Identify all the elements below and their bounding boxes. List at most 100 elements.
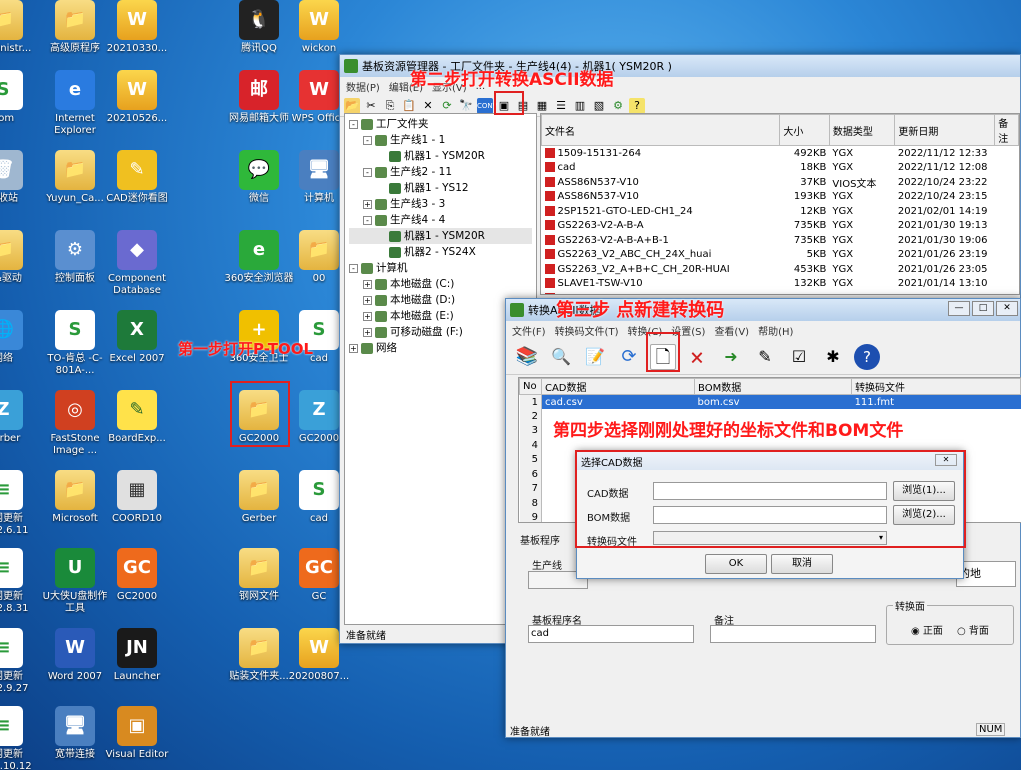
table-row[interactable]: GS2263_V2_AB_CH568KBYGX2021/01/14 13:07 — [542, 291, 1019, 294]
tree-node[interactable]: + 生产线3 - 3 — [349, 196, 532, 212]
expand-toggle-icon[interactable]: + — [363, 327, 372, 337]
paste-icon[interactable]: 📋 — [401, 98, 417, 114]
ok-button[interactable]: OK — [705, 554, 767, 574]
help-icon[interactable]: ? — [854, 343, 880, 370]
tools-icon[interactable]: ⚙ — [610, 98, 626, 114]
small-icons-view-icon[interactable]: ▦ — [534, 98, 550, 114]
find-icon[interactable]: 🔭 — [458, 98, 474, 114]
board-name-input[interactable]: cad — [528, 625, 694, 643]
menu-item[interactable]: 转换码文件(T) — [555, 323, 619, 338]
help-icon[interactable]: ? — [629, 97, 645, 114]
tree-node[interactable]: 机器1 - YSM20R — [349, 148, 532, 164]
tree-node[interactable]: - 生产线2 - 11 — [349, 164, 532, 180]
copy-icon[interactable]: ⎘ — [382, 98, 398, 114]
expand-toggle-icon[interactable]: + — [349, 343, 358, 353]
tree-node[interactable]: - 生产线1 - 1 — [349, 132, 532, 148]
convert-icon[interactable]: ➜ — [718, 344, 744, 370]
grid-column-header[interactable]: 转换码文件 — [851, 378, 1021, 395]
desktop-icon[interactable]: ✎ CAD迷你看图 — [100, 150, 174, 205]
cancel-button[interactable]: 取消 — [771, 554, 833, 574]
minimize-button[interactable]: — — [948, 301, 970, 316]
table-row[interactable]: GS2263-V2-A-B-A+B-1 735KB YGX 2021/01/30 19… — [542, 233, 1019, 248]
cut-icon[interactable]: ✂ — [363, 98, 379, 114]
tree-node[interactable]: 机器1 - YS12 — [349, 180, 532, 196]
desktop-icon[interactable]: X Excel 2007 — [100, 310, 174, 365]
expand-toggle-icon[interactable]: - — [349, 119, 358, 129]
desktop-icon[interactable]: 📁 Administr... — [0, 0, 40, 55]
table-row[interactable]: SLAVE1-TSW-V10 132KB YGX 2021/01/14 13:10 — [542, 277, 1019, 292]
refresh-icon[interactable]: ⟳ — [616, 344, 642, 370]
dest-field[interactable]: 的地 — [956, 561, 1016, 587]
open-icon[interactable]: 📂 — [344, 97, 360, 114]
tree-node[interactable]: - 工厂文件夹 — [349, 116, 532, 132]
expand-toggle-icon[interactable]: + — [363, 295, 372, 305]
note-input[interactable] — [710, 625, 876, 643]
checklist-icon[interactable]: ☑ — [786, 344, 812, 370]
desktop-icon[interactable]: ≡ 钢网更新 2022.6.11 — [0, 470, 40, 537]
desktop-icon[interactable]: Z Gerber — [0, 390, 40, 445]
table-row[interactable]: ASS86N537-V10 37KB VIOS文本 2022/10/24 23:22 — [542, 175, 1019, 190]
expand-toggle-icon[interactable]: + — [363, 199, 372, 209]
desktop-icon[interactable]: 🌐 网络 — [0, 310, 40, 365]
desktop-icon[interactable]: GC GC2000 — [100, 548, 174, 603]
desktop-icon[interactable]: W 20210526... — [100, 70, 174, 125]
table-row[interactable]: 1509-15131-264 492KB YGX 2022/11/12 12:33 — [542, 146, 1019, 161]
table-row[interactable]: GS2263_V2_A+B+C_CH_20R-HUAI 453KB YGX 2021/… — [542, 262, 1019, 277]
desktop-icon[interactable]: JN Launcher — [100, 628, 174, 683]
menu-item[interactable]: 帮助(H) — [758, 323, 793, 338]
table-row[interactable]: GS2263_V2_ABC_CH_24X_huai 5KB YGX 2021/01/2… — [542, 248, 1019, 263]
expand-toggle-icon[interactable]: - — [363, 135, 372, 145]
column-header[interactable]: 文件名 — [541, 114, 781, 146]
file-list[interactable]: 文件名 大小 数据类型 更新日期 备注 1509-15131-264 492KB YGX 202… — [540, 113, 1020, 295]
desktop-icon[interactable]: Sbom — [0, 70, 40, 125]
write-icon[interactable]: ✎ — [752, 344, 778, 370]
table-row[interactable]: ASS86N537-V10 193KB YGX 2022/10/24 23:15 — [542, 190, 1019, 205]
expand-toggle-icon[interactable]: - — [363, 215, 372, 225]
expand-toggle-icon[interactable]: - — [363, 167, 372, 177]
grid-column-header[interactable]: CAD数据 — [540, 378, 696, 395]
grid-row[interactable]: 1 cad.csv bom.csv 111.fmt — [519, 394, 1021, 409]
table-row[interactable]: 2SP1521-GTO-LED-CH1_24 12KB YGX 2021/02/01 … — [542, 204, 1019, 219]
desktop-icon[interactable]: W 20210330... — [100, 0, 174, 55]
desktop-icon[interactable]: 🗑 回收站 — [0, 150, 40, 205]
column-header[interactable]: 大小 — [779, 114, 830, 146]
table-row[interactable]: cad 18KB YGX 2022/11/12 12:08 — [542, 160, 1019, 175]
delete-file-icon[interactable]: 🗙 — [684, 344, 710, 370]
list-view-icon[interactable]: ☰ — [553, 98, 569, 114]
desktop-icon[interactable]: ≡ 钢网更新 2022.10.12 — [0, 706, 40, 770]
tree-node[interactable]: 机器1 - YSM20R — [349, 228, 532, 244]
grid-column-header[interactable]: BOM数据 — [694, 378, 853, 395]
desktop-icon[interactable]: ✎ BoardExp... — [100, 390, 174, 445]
menu-item[interactable]: 文件(F) — [512, 323, 546, 338]
refresh-icon[interactable]: ⟳ — [439, 98, 455, 114]
details-view-icon[interactable]: ▥ — [572, 98, 588, 114]
menu-item[interactable]: 查看(V) — [714, 323, 749, 338]
convert-ascii-icon[interactable]: CONV — [477, 97, 497, 114]
side-front-radio[interactable]: ◉ 正面 — [911, 622, 943, 637]
tree-node[interactable]: + 本地磁盘 (C:) — [349, 276, 532, 292]
tree-node[interactable]: - 计算机 — [349, 260, 532, 276]
desktop-icon[interactable]: ▦ COORD10 — [100, 470, 174, 525]
maximize-button[interactable]: □ — [972, 301, 994, 316]
close-button[interactable]: ✕ — [996, 301, 1018, 316]
desktop-icon[interactable]: Wwickon — [282, 0, 356, 55]
folder-icon[interactable]: 📚 — [514, 344, 540, 370]
search-icon[interactable]: 🔍 — [548, 344, 574, 370]
menu-item[interactable]: 数据(P) — [346, 79, 380, 94]
desktop-icon[interactable]: 📁 活&驱动 — [0, 230, 40, 285]
edit-icon[interactable]: 📝 — [582, 344, 608, 370]
expand-toggle-icon[interactable]: + — [363, 279, 372, 289]
desktop-icon[interactable]: ≡ 钢网更新 2022.8.31 — [0, 548, 40, 615]
table-row[interactable]: GS2263-V2-A-B-A 735KB YGX 2021/01/30 19:13 — [542, 219, 1019, 234]
tree-node[interactable]: - 生产线4 - 4 — [349, 212, 532, 228]
expand-toggle-icon[interactable]: - — [349, 263, 358, 273]
tree-node[interactable]: 机器2 - YS24X — [349, 244, 532, 260]
column-header[interactable]: 备注 — [994, 114, 1019, 146]
desktop-icon[interactable]: ≡ 钢网更新 2022.9.27 — [0, 628, 40, 695]
column-header[interactable]: 更新日期 — [894, 114, 996, 146]
grid-column-header[interactable]: No — [519, 378, 542, 395]
desktop-icon[interactable]: ▣ Visual Editor — [100, 706, 174, 761]
delete-icon[interactable]: ✕ — [420, 98, 436, 114]
column-header[interactable]: 数据类型 — [828, 114, 896, 146]
desktop-icon[interactable]: ◆ Component Database — [100, 230, 174, 297]
